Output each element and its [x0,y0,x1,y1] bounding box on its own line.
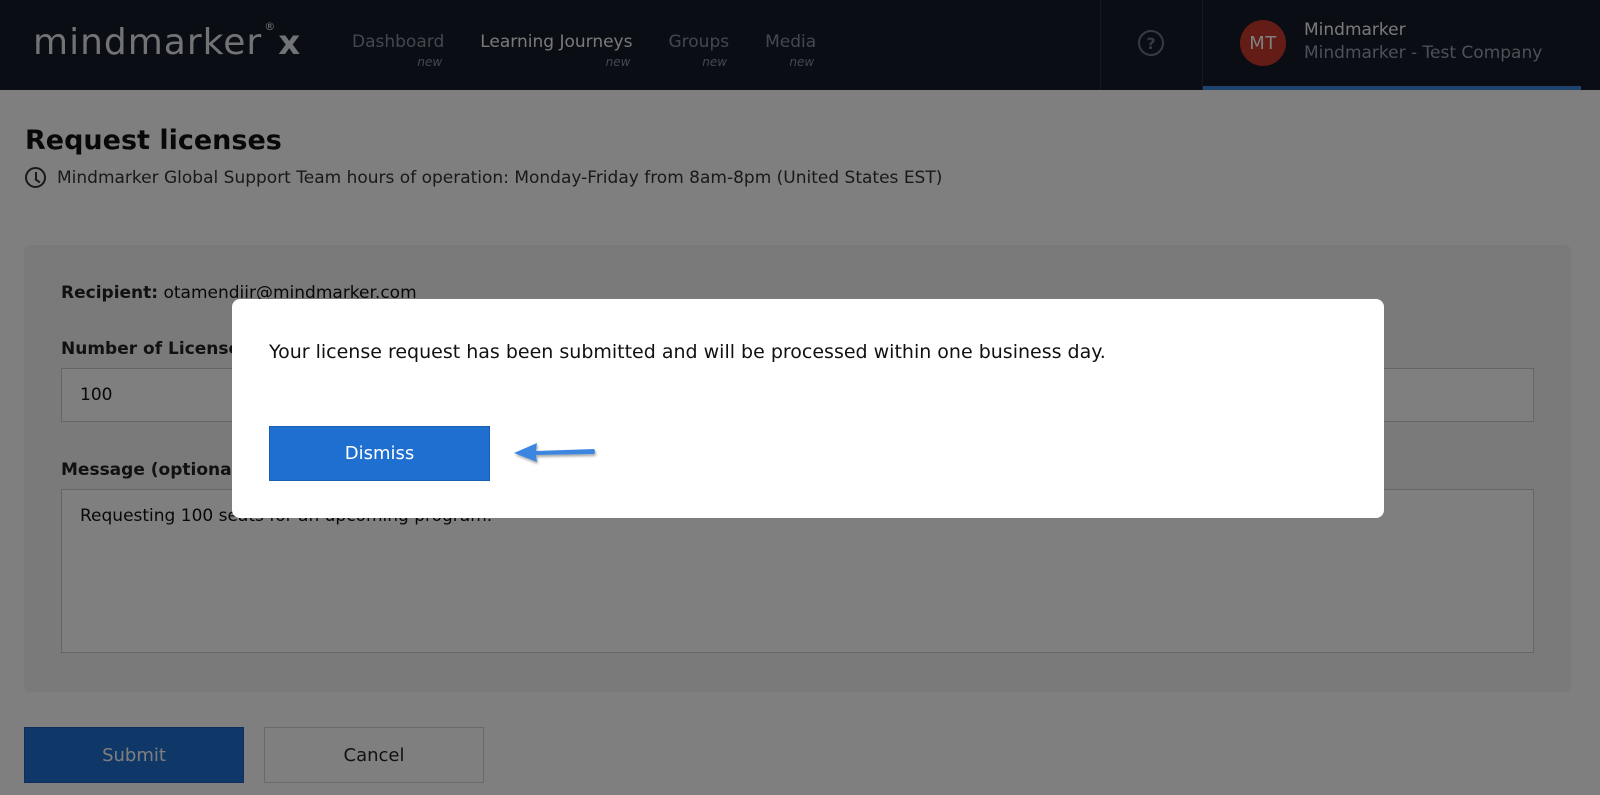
confirmation-dialog: Your license request has been submitted … [232,299,1384,518]
dismiss-button[interactable]: Dismiss [269,426,490,481]
arrow-left-icon [514,443,595,462]
confirmation-message: Your license request has been submitted … [269,341,1106,363]
